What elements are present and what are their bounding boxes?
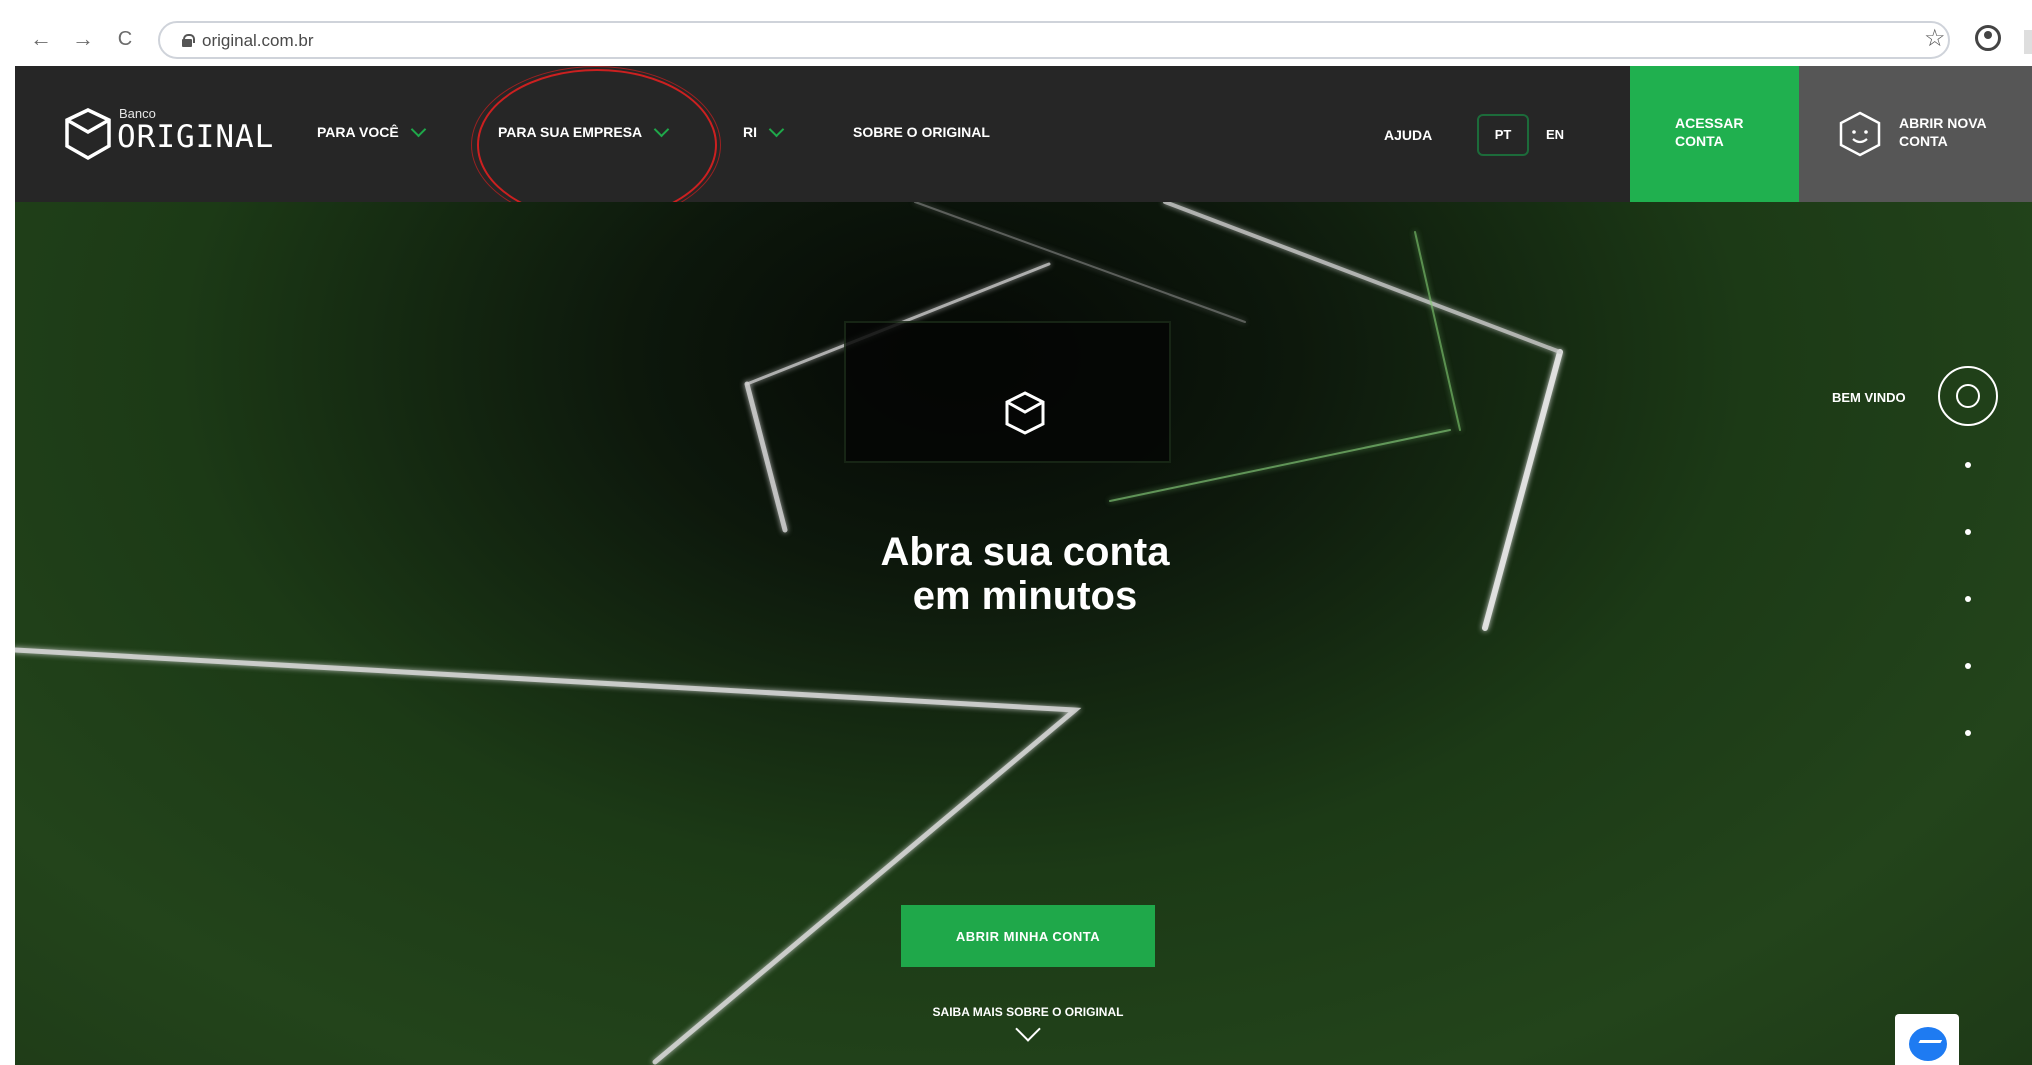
language-en-button[interactable]: EN — [1546, 127, 1564, 142]
section-indicator-active[interactable] — [1938, 366, 1998, 426]
headline-line2: em minutos — [912, 574, 1138, 618]
nav-sobre-o-original[interactable]: SOBRE O ORIGINAL — [853, 124, 990, 140]
hero-section: Abra sua conta em minutos ABRIR MINHA CO… — [15, 202, 2032, 1065]
address-bar[interactable]: original.com.br — [158, 21, 1950, 59]
open-label-line1: ABRIR NOVA — [1899, 115, 1987, 131]
smiley-cube-icon — [1839, 111, 1881, 157]
nav-label: RI — [743, 124, 757, 140]
access-label-line2: CONTA — [1675, 133, 1724, 149]
open-new-account-button[interactable]: ABRIR NOVA CONTA — [1799, 66, 2032, 202]
headline-line1: Abra sua conta — [880, 530, 1170, 574]
forward-button[interactable]: → — [70, 26, 96, 52]
messenger-chat-button[interactable] — [1895, 1014, 1959, 1065]
nav-ri[interactable]: RI — [743, 121, 785, 140]
bookmark-star-icon[interactable]: ☆ — [1924, 24, 1946, 53]
open-my-account-button[interactable]: ABRIR MINHA CONTA — [901, 905, 1155, 967]
section-dot[interactable] — [1965, 596, 1971, 602]
language-pt-button[interactable]: PT — [1477, 114, 1529, 156]
nav-label: SOBRE O ORIGINAL — [853, 124, 990, 140]
reload-button[interactable]: C — [112, 26, 138, 52]
section-dot[interactable] — [1965, 730, 1971, 736]
nav-label: PARA VOCÊ — [317, 124, 399, 140]
profile-icon[interactable] — [1975, 25, 2001, 51]
page-margin — [0, 66, 15, 1065]
chevron-down-icon — [410, 121, 426, 137]
logo-wordmark: ORIGINAL — [117, 119, 275, 155]
lock-icon — [182, 34, 195, 47]
section-dot[interactable] — [1965, 529, 1971, 535]
back-button[interactable]: ← — [28, 26, 54, 52]
red-annotation-circle-stroke — [471, 66, 721, 224]
browser-toolbar: ← → C original.com.br ☆ — [0, 0, 2032, 66]
address-url: original.com.br — [202, 31, 314, 50]
cube-logo-icon — [1005, 391, 1045, 435]
section-label: BEM VINDO — [1832, 390, 1906, 405]
cube-logo-icon — [65, 108, 111, 161]
section-dot[interactable] — [1965, 462, 1971, 468]
access-label-line1: ACESSAR — [1675, 115, 1744, 131]
access-account-button[interactable]: ACESSAR CONTA — [1630, 66, 1799, 202]
section-dot[interactable] — [1965, 663, 1971, 669]
help-link[interactable]: AJUDA — [1384, 127, 1432, 143]
open-label-line2: CONTA — [1899, 133, 1948, 149]
messenger-icon — [1909, 1027, 1947, 1061]
chevron-down-icon — [768, 121, 785, 137]
browser-menu-edge — [2024, 30, 2032, 54]
nav-para-voce[interactable]: PARA VOCÊ — [317, 121, 426, 140]
hero-headline: Abra sua conta em minutos — [775, 530, 1275, 618]
